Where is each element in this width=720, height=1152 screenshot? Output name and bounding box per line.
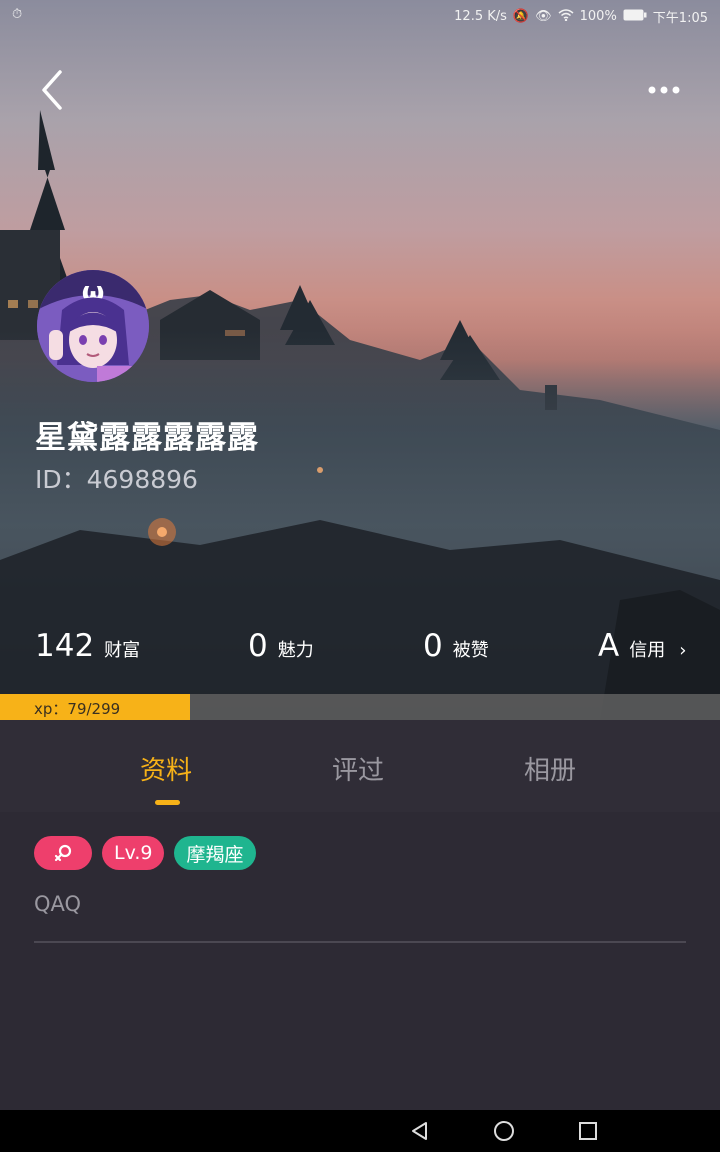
battery-icon bbox=[623, 9, 647, 25]
tab-album[interactable]: 相册 bbox=[524, 750, 576, 787]
xp-label: xp：79/299 bbox=[34, 700, 121, 718]
stat-charm[interactable]: 0 魅力 bbox=[248, 628, 314, 664]
triangle-back-icon bbox=[412, 1122, 427, 1140]
user-id-label: ID： bbox=[35, 465, 87, 494]
profile-tabs: 资料 评过 相册 bbox=[0, 720, 720, 812]
level-tag: Lv.9 bbox=[102, 836, 165, 870]
username: 星黛露露露露露 bbox=[35, 420, 259, 456]
clock: 下午1:05 bbox=[652, 11, 708, 26]
circle-home-icon bbox=[494, 1121, 514, 1141]
bio-text: QAQ bbox=[34, 892, 82, 916]
avatar-image: ω bbox=[37, 270, 149, 382]
nav-recents-button[interactable] bbox=[576, 1119, 600, 1143]
tab-profile-info[interactable]: 资料 bbox=[140, 750, 192, 787]
user-id-value: 4698896 bbox=[86, 465, 198, 494]
back-button[interactable] bbox=[36, 68, 72, 112]
system-navigation-bar bbox=[0, 1110, 720, 1152]
nav-home-button[interactable] bbox=[492, 1119, 516, 1143]
avatar[interactable]: ω bbox=[37, 270, 149, 382]
more-dots-icon bbox=[648, 86, 680, 94]
xp-progress-bar: xp：79/299 bbox=[0, 694, 720, 720]
nav-back-button[interactable] bbox=[408, 1119, 432, 1143]
user-id: ID：4698896 bbox=[35, 460, 198, 496]
stat-likes-value: 0 bbox=[423, 628, 443, 664]
gender-tag bbox=[34, 836, 92, 870]
stat-wealth-value: 142 bbox=[35, 628, 95, 664]
profile-tags: Lv.9 摩羯座 bbox=[34, 836, 256, 870]
eye-icon: 👁 bbox=[535, 9, 552, 24]
stat-credit[interactable]: A 信用 › bbox=[598, 628, 686, 664]
battery-percent: 100% bbox=[579, 9, 617, 24]
zodiac-tag: 摩羯座 bbox=[174, 836, 256, 870]
network-speed: 12.5 K/s bbox=[454, 9, 507, 24]
female-symbol-icon bbox=[54, 844, 72, 862]
square-recents-icon bbox=[579, 1122, 597, 1140]
status-bar: ⏱ 12.5 K/s 🔕 👁 100% 下午1:05 bbox=[0, 0, 720, 30]
stat-charm-value: 0 bbox=[248, 628, 268, 664]
stat-credit-value: A bbox=[598, 628, 620, 664]
more-options-button[interactable] bbox=[644, 76, 684, 104]
divider bbox=[34, 941, 686, 943]
chevron-left-icon bbox=[42, 70, 62, 110]
tab-reviews[interactable]: 评过 bbox=[332, 750, 384, 787]
stat-wealth[interactable]: 142 财富 bbox=[35, 628, 140, 664]
active-tab-indicator bbox=[155, 800, 180, 805]
mute-icon: 🔕 bbox=[512, 9, 530, 24]
alarm-icon: ⏱ bbox=[12, 7, 23, 22]
stat-likes[interactable]: 0 被赞 bbox=[423, 628, 489, 664]
stat-charm-label: 魅力 bbox=[277, 640, 314, 661]
chevron-right-icon: › bbox=[679, 640, 687, 661]
stat-credit-label: 信用 bbox=[629, 640, 666, 661]
profile-info-panel: Lv.9 摩羯座 QAQ bbox=[0, 812, 720, 1110]
stat-wealth-label: 财富 bbox=[104, 640, 141, 661]
wifi-icon bbox=[558, 8, 574, 25]
stat-likes-label: 被赞 bbox=[452, 640, 489, 661]
